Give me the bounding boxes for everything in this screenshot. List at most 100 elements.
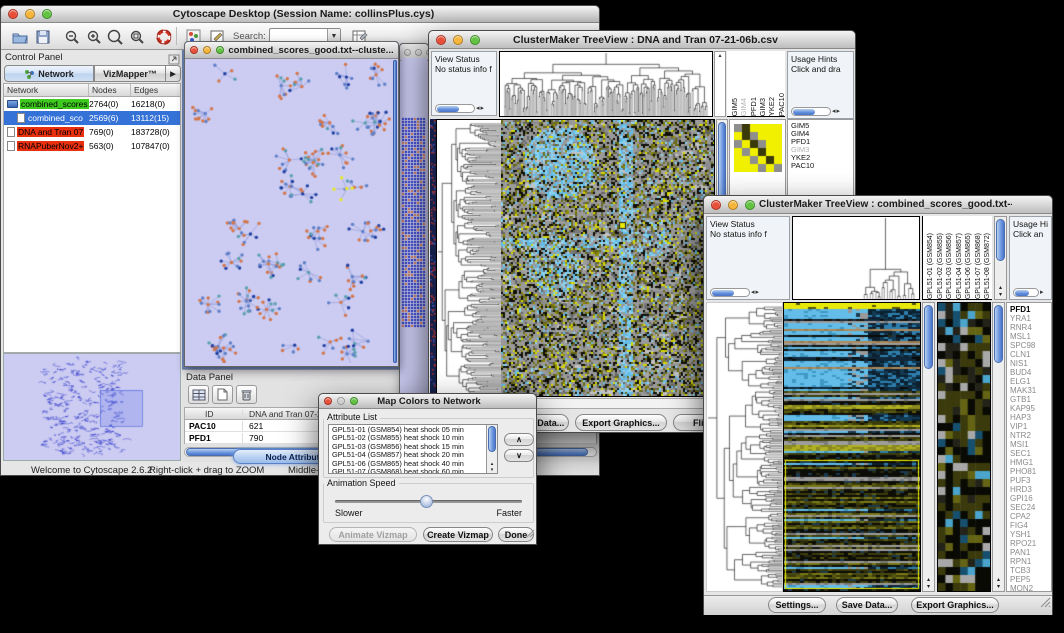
gene-label[interactable]: MAK31 — [1010, 386, 1051, 395]
zoom-view-panel[interactable] — [937, 302, 991, 592]
gene-label[interactable]: GPI16 — [1010, 494, 1051, 503]
scroll-arrows[interactable]: ▴▾ — [993, 577, 1004, 591]
speed-slider-thumb[interactable] — [420, 495, 433, 508]
gene-label[interactable]: YSH1 — [1010, 530, 1051, 539]
close-button[interactable] — [436, 35, 446, 45]
maximize-button[interactable] — [745, 200, 755, 210]
network-row[interactable]: combined_scores 2764(0) 16218(0) — [4, 97, 180, 111]
export-graphics-button[interactable]: Export Graphics... — [911, 597, 999, 613]
row-label[interactable]: PAC10 — [791, 162, 853, 170]
gene-label[interactable]: RPN1 — [1010, 557, 1051, 566]
heatmap-area[interactable] — [783, 302, 921, 592]
column-label[interactable]: GPL51-08 (GSM872) — [983, 233, 992, 299]
scrollbar-thumb[interactable] — [488, 426, 496, 452]
zoom-selected-button[interactable] — [126, 26, 147, 47]
gene-label[interactable]: MSI1 — [1010, 440, 1051, 449]
scroll-right-icon[interactable]: ▸ — [1040, 288, 1044, 297]
zoom-matrix-canvas[interactable] — [734, 124, 782, 172]
zoom-fit-button[interactable] — [104, 26, 125, 47]
column-label[interactable]: PAC10 — [777, 93, 785, 116]
gene-label[interactable]: PHO81 — [1010, 467, 1051, 476]
maximize-button[interactable] — [350, 397, 358, 405]
scroll-arrows[interactable]: ▴▾ — [923, 577, 934, 591]
usage-hints-scrollbar[interactable]: ◂▸ — [791, 107, 840, 116]
minimize-button[interactable] — [453, 35, 463, 45]
scroll-right-icon[interactable]: ▸ — [837, 107, 841, 116]
header-edges[interactable]: Edges — [131, 84, 180, 96]
network-view-canvas[interactable] — [186, 60, 395, 363]
gene-label[interactable]: PEP5 — [1010, 575, 1051, 584]
gene-label[interactable]: BUD4 — [1010, 368, 1051, 377]
column-labels-scrollbar[interactable]: ▴▾ — [994, 216, 1007, 300]
gene-label[interactable]: MON2 — [1010, 584, 1051, 592]
network-row[interactable]: DNA and Tran 07 769(0) 183728(0) — [4, 125, 180, 139]
heatmap-canvas[interactable] — [784, 303, 920, 591]
minimize-button[interactable] — [728, 200, 738, 210]
select-attributes-button[interactable] — [188, 385, 209, 404]
column-label[interactable]: GPL51-07 (GSM868) — [974, 233, 983, 299]
minimize-button[interactable] — [25, 9, 35, 19]
scrollbar-thumb[interactable] — [924, 305, 933, 369]
column-label[interactable]: GPL51-06 (GSM865) — [964, 233, 973, 299]
open-session-button[interactable] — [9, 26, 30, 47]
column-label[interactable]: GIM5 — [730, 98, 738, 116]
gene-label[interactable]: GTB1 — [1010, 395, 1051, 404]
scroll-left-icon[interactable]: ◂ — [832, 107, 836, 116]
save-session-button[interactable] — [32, 26, 53, 47]
gene-label[interactable]: KAP95 — [1010, 404, 1051, 413]
column-dendrogram-canvas[interactable] — [793, 217, 919, 299]
export-graphics-button[interactable]: Export Graphics... — [575, 414, 667, 431]
tab-network[interactable]: Network — [4, 65, 94, 82]
header-nodes[interactable]: Nodes — [89, 84, 131, 96]
gene-label[interactable]: CLN1 — [1010, 350, 1051, 359]
column-label[interactable]: GPL51-04 (GSM857) — [955, 233, 964, 299]
usage-hints-scrollbar[interactable]: ▸ — [1013, 288, 1044, 297]
tab-overflow-arrow[interactable]: ▶ — [166, 65, 181, 82]
gene-label[interactable]: RPO21 — [1010, 539, 1051, 548]
zoom-heatmap-canvas[interactable] — [938, 303, 990, 591]
minimize-button[interactable] — [337, 397, 345, 405]
close-button[interactable] — [324, 397, 332, 405]
scrollbar-thumb[interactable] — [996, 219, 1005, 261]
move-up-button[interactable]: ∧ — [504, 433, 534, 446]
gene-label[interactable]: SEC1 — [1010, 449, 1051, 458]
column-label[interactable]: PFD1 — [749, 97, 757, 116]
scroll-right-icon[interactable]: ▸ — [756, 288, 760, 297]
dialog-titlebar[interactable]: Map Colors to Network — [319, 394, 536, 409]
scroll-arrow-strip[interactable]: ▴ — [714, 51, 726, 117]
create-vizmap-button[interactable]: Create Vizmap — [423, 527, 493, 542]
settings-button[interactable]: Settings... — [768, 597, 826, 613]
gene-label[interactable]: SEC24 — [1010, 503, 1051, 512]
move-down-button[interactable]: ∨ — [504, 449, 534, 462]
column-label[interactable]: GIM3 — [758, 98, 766, 116]
birdseye-canvas[interactable] — [4, 354, 180, 460]
header-network[interactable]: Network — [4, 84, 89, 96]
gene-label[interactable]: HRD3 — [1010, 485, 1051, 494]
row-dendrogram-panel[interactable] — [706, 302, 783, 592]
row-dendrogram-canvas[interactable] — [437, 120, 501, 396]
network-row[interactable]: combined_sco 2569(6) 13112(15) — [4, 111, 180, 125]
birdseye-view[interactable] — [3, 353, 181, 461]
column-label[interactable]: GIM4 — [739, 98, 747, 116]
gene-label[interactable]: HMG1 — [1010, 458, 1051, 467]
scroll-left-icon[interactable]: ◂ — [476, 104, 480, 113]
scroll-arrows[interactable]: ▴▾ — [995, 285, 1006, 299]
animate-vizmap-button[interactable]: Animate Vizmap — [329, 527, 417, 542]
resize-grip[interactable] — [526, 525, 535, 543]
network-grid-canvas[interactable] — [401, 58, 427, 393]
gene-label[interactable]: NIS1 — [1010, 359, 1051, 368]
maximize-button[interactable] — [42, 9, 52, 19]
heatmap-area[interactable] — [436, 119, 715, 397]
gene-label[interactable]: RNR4 — [1010, 323, 1051, 332]
column-label[interactable]: GPL51-03 (GSM856) — [945, 233, 954, 299]
gene-label[interactable]: PFD1 — [1010, 305, 1051, 314]
zoom-out-button[interactable] — [61, 26, 82, 47]
resize-grip[interactable] — [1040, 595, 1051, 613]
column-label[interactable]: YKE2 — [767, 97, 775, 116]
gene-label[interactable]: CPA2 — [1010, 512, 1051, 521]
help-button[interactable] — [153, 26, 174, 47]
close-button[interactable] — [190, 46, 198, 54]
treeview1-titlebar[interactable]: ClusterMaker TreeView : DNA and Tran 07-… — [429, 31, 855, 49]
scroll-right-icon[interactable]: ▸ — [481, 104, 485, 113]
close-button[interactable] — [8, 9, 18, 19]
